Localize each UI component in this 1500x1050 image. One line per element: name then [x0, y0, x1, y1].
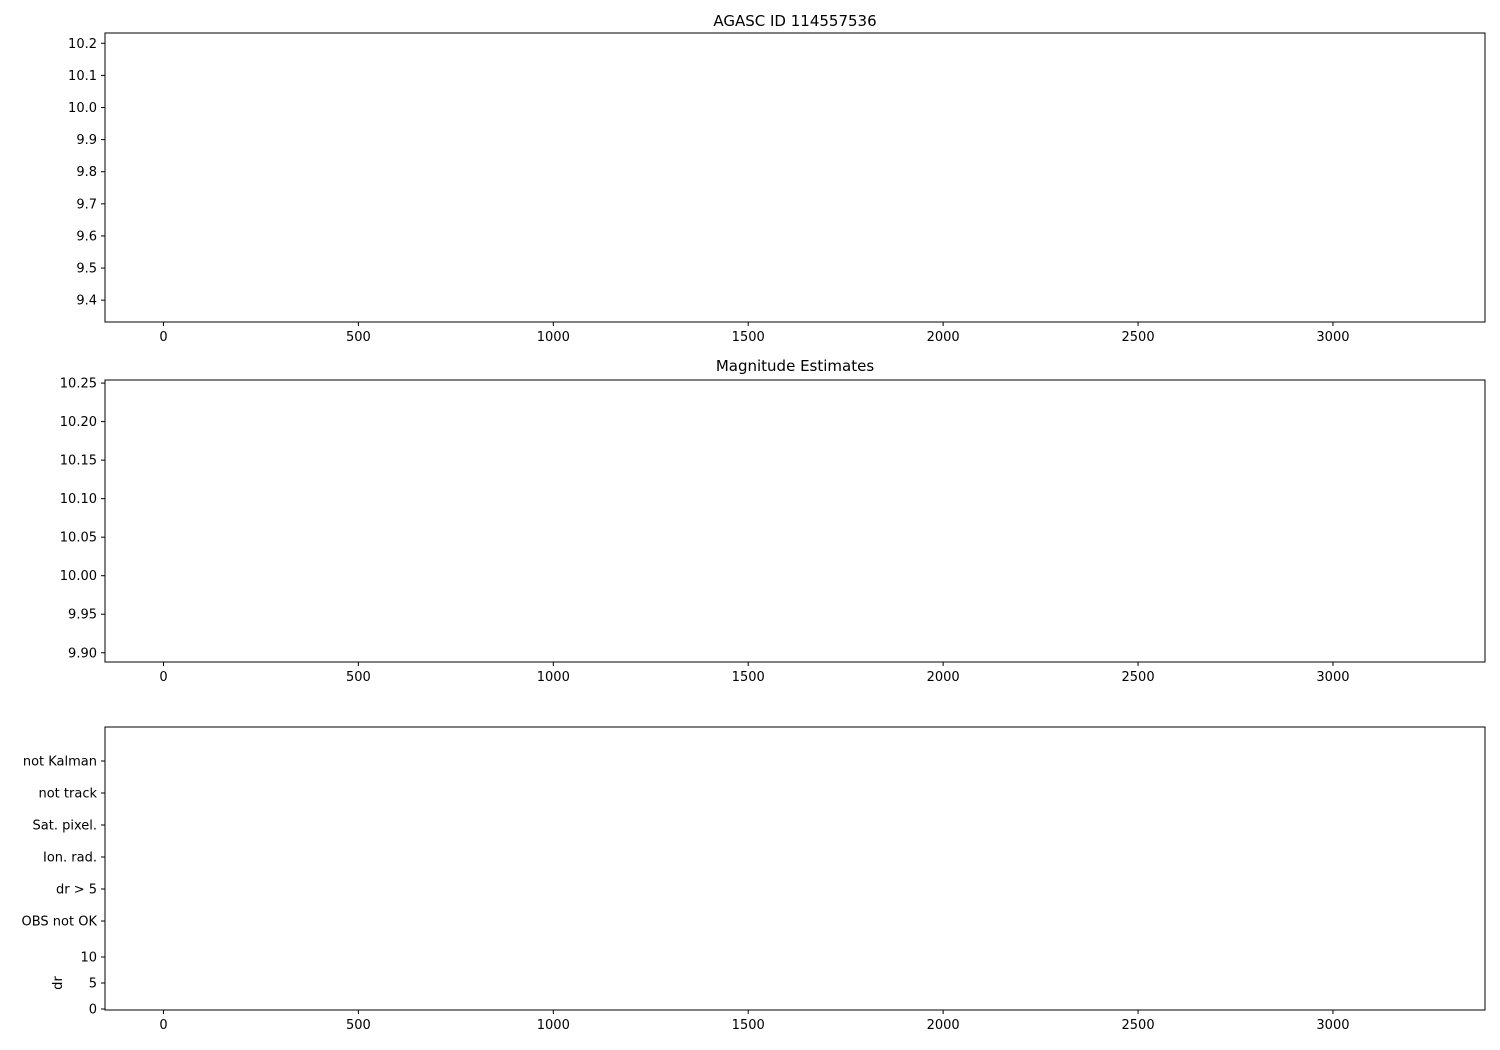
x-tick-label: 2500 [1122, 670, 1155, 685]
x-tick-label: 0 [159, 1018, 167, 1033]
y-tick-label: 9.6 [76, 229, 97, 244]
figure: AGASC ID 114557536 Magnitude Estimates 6… [0, 0, 1500, 1050]
y-tick-label: 10.25 [60, 377, 97, 392]
y-tick-label: 10.0 [68, 101, 97, 116]
x-tick-label: 3000 [1316, 670, 1349, 685]
dr-tick-label: 5 [89, 977, 97, 992]
flag-row-label: Sat. pixel. [33, 819, 97, 834]
y-tick-label: 9.95 [68, 608, 97, 623]
flag-row-label: OBS not OK [22, 915, 98, 930]
flag-row-label: not track [38, 787, 97, 802]
y-tick-label: 9.90 [68, 646, 97, 661]
y-tick-label: 9.9 [76, 133, 97, 148]
y-tick-label: 10.00 [60, 569, 97, 584]
x-tick-label: 1500 [732, 1018, 765, 1033]
dr-axis-label: dr [51, 976, 66, 990]
middle-plot-area [104, 379, 1486, 663]
flag-row-label: not Kalman [23, 755, 97, 770]
bottom-plot-area [104, 726, 1486, 1011]
flag-row-label: Ion. rad. [43, 851, 97, 866]
dr-tick-label: 0 [89, 1003, 97, 1018]
y-tick-label: 10.2 [68, 37, 97, 52]
y-tick-label: 9.5 [76, 262, 97, 277]
x-tick-label: 2000 [927, 330, 960, 345]
y-tick-label: 10.15 [60, 454, 97, 469]
top-plot-area [104, 32, 1486, 323]
x-tick-label: 3000 [1316, 330, 1349, 345]
flag-row-label: dr > 5 [56, 883, 97, 898]
y-tick-label: 10.05 [60, 531, 97, 546]
x-tick-label: 0 [159, 670, 167, 685]
x-tick-label: 2000 [927, 670, 960, 685]
x-tick-label: 2500 [1122, 330, 1155, 345]
x-tick-label: 1000 [537, 330, 570, 345]
y-tick-label: 10.10 [60, 492, 97, 507]
y-tick-label: 9.4 [76, 294, 97, 309]
x-tick-label: 3000 [1316, 1018, 1349, 1033]
x-tick-label: 1500 [732, 670, 765, 685]
x-tick-label: 500 [346, 1018, 371, 1033]
y-tick-label: 10.1 [68, 69, 97, 84]
x-tick-label: 500 [346, 670, 371, 685]
x-tick-label: 1500 [732, 330, 765, 345]
x-tick-label: 1000 [537, 670, 570, 685]
x-tick-label: 2500 [1122, 1018, 1155, 1033]
x-tick-label: 2000 [927, 1018, 960, 1033]
x-tick-label: 0 [159, 330, 167, 345]
x-tick-label: 1000 [537, 1018, 570, 1033]
dr-tick-label: 10 [80, 951, 97, 966]
figure-canvas: 607976079680379.49.59.69.79.89.910.010.1… [22, 32, 1486, 1033]
x-tick-label: 500 [346, 330, 371, 345]
y-tick-label: 9.7 [76, 197, 97, 212]
y-tick-label: 9.8 [76, 165, 97, 180]
y-tick-label: 10.20 [60, 415, 97, 430]
